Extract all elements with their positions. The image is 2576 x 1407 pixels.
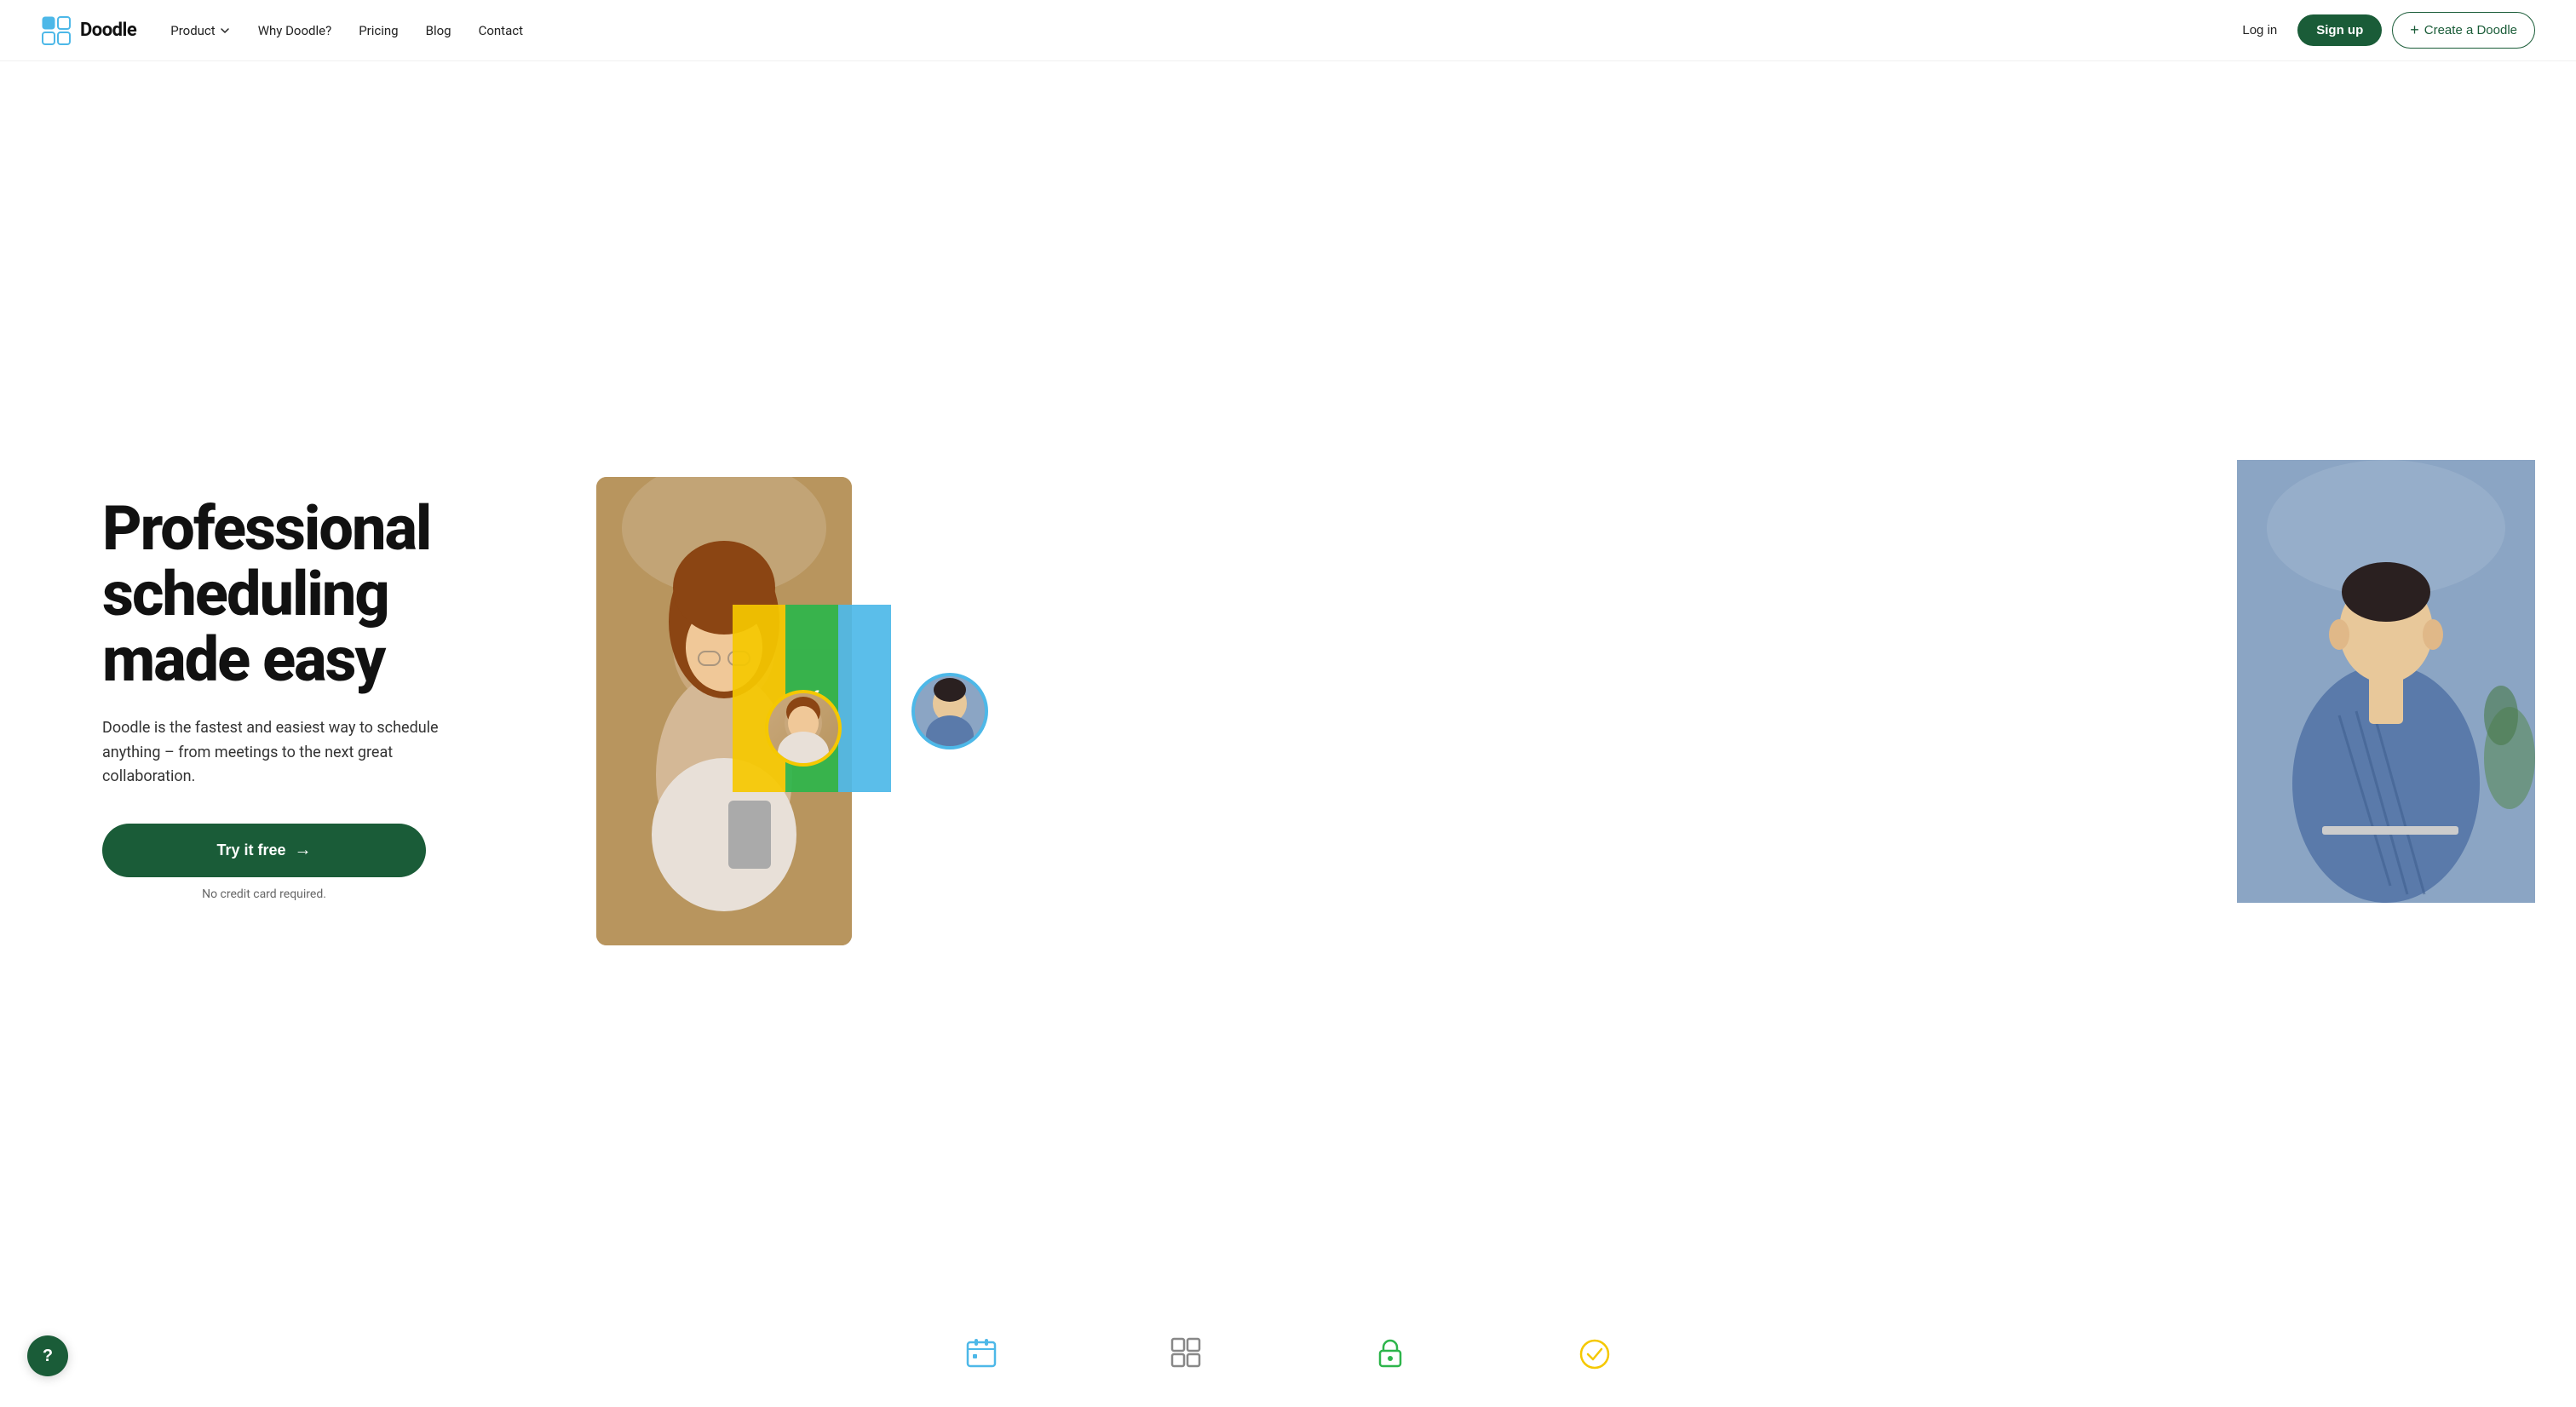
plus-icon: + [2410,21,2419,39]
logo-link[interactable]: Doodle [41,15,136,46]
bar-blue [838,605,891,792]
logo-text: Doodle [80,20,136,41]
bottom-icon-3 [1373,1335,1407,1373]
login-button[interactable]: Log in [2232,16,2287,44]
nav-links: Product Why Doodle? Pricing Blog Contact [170,23,2232,38]
bottom-icon-2 [1169,1335,1203,1373]
hero-images: ✓ [545,460,2535,937]
doodle-logo-icon [41,15,72,46]
calendar-icon [964,1335,998,1373]
hero-subtitle: Doodle is the fastest and easiest way to… [102,716,477,790]
nav-item-pricing[interactable]: Pricing [359,23,398,38]
nav-item-blog[interactable]: Blog [426,23,451,38]
hero-title: Professional scheduling made easy [102,496,545,692]
signup-button[interactable]: Sign up [2297,14,2382,46]
try-free-button[interactable]: Try it free → [102,824,426,877]
hero-image-man [2237,460,2535,903]
navbar: Doodle Product Why Doodle? Pricing Blog … [0,0,2576,61]
help-button[interactable]: ? [27,1335,68,1376]
hero-content: Professional scheduling made easy Doodle… [102,496,545,901]
check-circle-icon [1578,1335,1612,1373]
nav-right: Log in Sign up + Create a Doodle [2232,12,2535,49]
no-credit-text: No credit card required. [102,887,426,901]
bottom-icon-4 [1578,1335,1612,1373]
avatar-circle-man [911,673,988,749]
arrow-right-icon: → [295,841,312,860]
nav-item-product[interactable]: Product [170,23,230,38]
grid-icon [1169,1335,1203,1373]
bottom-icon-1 [964,1335,998,1373]
create-doodle-button[interactable]: + Create a Doodle [2392,12,2535,49]
man-photo [2237,460,2535,903]
bottom-icons-row [0,1318,2576,1407]
avatar-circle-woman [765,690,842,767]
hero-section: Professional scheduling made easy Doodle… [0,61,2576,1318]
chevron-down-icon [219,25,231,37]
nav-item-why-doodle[interactable]: Why Doodle? [258,23,332,38]
lock-icon [1373,1335,1407,1373]
nav-item-contact[interactable]: Contact [479,23,523,38]
